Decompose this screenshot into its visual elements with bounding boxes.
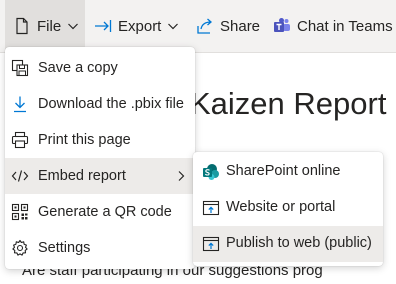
teams-icon	[274, 18, 290, 32]
menu-item-save-a-copy[interactable]: Save a copy	[5, 50, 195, 86]
chevron-down-icon	[68, 23, 79, 30]
export-arrow-icon	[95, 20, 112, 32]
gear-icon	[12, 239, 28, 256]
file-dropdown-menu: Save a copy Download the .pbix file Prin…	[5, 47, 195, 269]
share-icon	[197, 18, 212, 34]
report-title: Kaizen Report	[190, 86, 387, 121]
save-copy-icon	[11, 59, 29, 77]
submenu-item-label: Website or portal	[226, 199, 336, 215]
menu-item-label: Print this page	[38, 132, 131, 148]
menu-item-print-this-page[interactable]: Print this page	[5, 122, 195, 158]
export-menu-button[interactable]: Export	[94, 0, 179, 52]
menu-item-label: Embed report	[38, 168, 126, 184]
menu-item-generate-qr-code[interactable]: Generate a QR code	[5, 194, 195, 230]
share-button[interactable]: Share	[196, 0, 260, 52]
chevron-down-icon	[168, 23, 179, 30]
chat-in-teams-label: Chat in Teams	[297, 17, 393, 35]
menu-item-label: Generate a QR code	[38, 204, 172, 220]
submenu-item-publish-to-web[interactable]: Publish to web (public)	[193, 226, 383, 262]
code-icon	[11, 170, 29, 182]
chevron-right-icon	[178, 171, 185, 181]
submenu-item-label: Publish to web (public)	[226, 235, 372, 251]
download-icon	[14, 96, 26, 113]
export-label: Export	[118, 17, 162, 35]
toolbar: File Export Share Chat in Teams	[0, 0, 396, 53]
menu-item-label: Settings	[38, 240, 91, 256]
publish-web-icon	[202, 236, 220, 252]
file-menu-button[interactable]: File	[5, 0, 85, 52]
menu-item-settings[interactable]: Settings	[5, 230, 195, 266]
file-label: File	[37, 17, 62, 35]
menu-item-embed-report[interactable]: Embed report	[5, 158, 195, 194]
embed-report-submenu: SharePoint online Website or portal Publ…	[193, 152, 383, 266]
chat-in-teams-button[interactable]: Chat in Teams	[273, 0, 393, 52]
print-icon	[11, 131, 29, 149]
submenu-item-website-or-portal[interactable]: Website or portal	[193, 190, 383, 226]
menu-item-label: Download the .pbix file	[38, 96, 184, 112]
submenu-item-label: SharePoint online	[226, 163, 341, 179]
menu-item-label: Save a copy	[38, 60, 118, 76]
menu-item-download-pbix[interactable]: Download the .pbix file	[5, 86, 195, 122]
qr-code-icon	[11, 203, 29, 221]
sharepoint-icon	[203, 164, 219, 180]
share-label: Share	[220, 17, 261, 35]
submenu-item-sharepoint-online[interactable]: SharePoint online	[193, 154, 383, 190]
file-icon	[16, 17, 28, 35]
website-icon	[202, 200, 220, 216]
